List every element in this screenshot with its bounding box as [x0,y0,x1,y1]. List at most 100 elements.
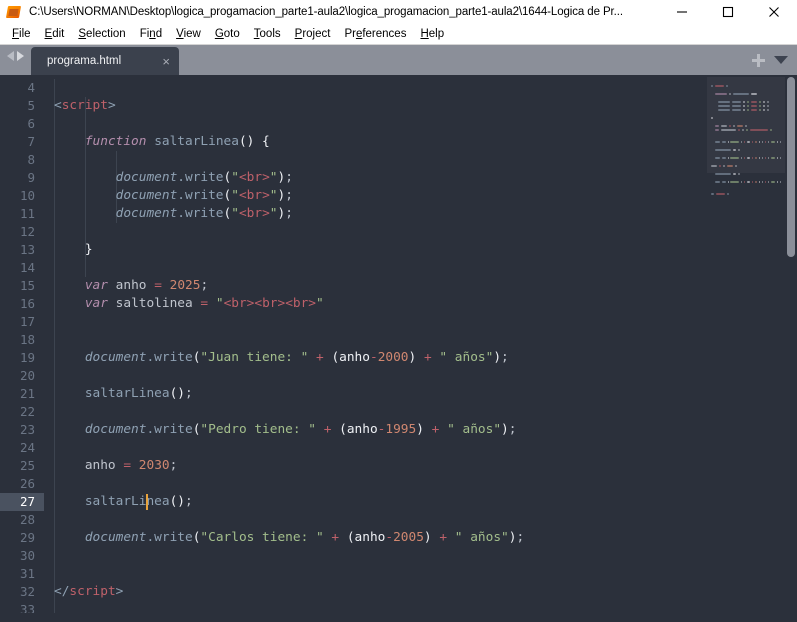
scrollbar-thumb[interactable] [787,77,795,257]
minimap-segment [751,157,753,159]
line-number: 27 [0,493,44,511]
code-line[interactable]: document.write("Pedro tiene: " + (anho-1… [44,421,797,439]
tab-programa-html[interactable]: programa.html × [31,47,179,75]
code-line[interactable] [44,601,797,613]
menu-item-goto[interactable]: Goto [208,24,247,44]
code-line[interactable] [44,151,797,169]
minimap-segment [714,125,720,127]
title-bar: C:\Users\NORMAN\Desktop\logica_progamaci… [0,0,797,24]
menu-item-preferences[interactable]: Preferences [337,24,413,44]
code-line[interactable]: document.write("Carlos tiene: " + (anho-… [44,529,797,547]
minimap-segment [762,157,764,159]
line-number: 26 [19,476,35,491]
vertical-scrollbar[interactable] [785,75,797,613]
menu-item-view[interactable]: View [169,24,208,44]
token-paren: ) [493,350,502,365]
code-line[interactable] [44,313,797,331]
minimap-segment [721,157,726,159]
line-number: 32 [19,584,35,599]
code-line[interactable]: document.write("<br>"); [44,205,797,223]
minimap-segment [716,193,725,195]
token-plain: ; [285,170,293,185]
minimap-segment [714,93,727,95]
line-number: 28 [19,512,35,527]
close-button[interactable] [751,0,797,24]
maximize-button[interactable] [705,0,751,24]
menu-item-help[interactable]: Help [413,24,451,44]
menu-item-project[interactable]: Project [288,24,338,44]
token-op: + [316,350,324,365]
code-line[interactable] [44,403,797,421]
code-line[interactable]: </script> [44,583,797,601]
minimap-segment [750,129,769,131]
minimap-segment [751,109,758,111]
code-line[interactable] [44,367,797,385]
code-line[interactable] [44,115,797,133]
menu-item-file[interactable]: File [5,24,38,44]
minimap-segment [780,157,782,159]
code-line[interactable] [44,331,797,349]
token-op: = [200,296,209,311]
code-line[interactable]: document.write("<br>"); [44,169,797,187]
minimap-segment [732,109,742,111]
line-number: 18 [19,332,35,347]
token-plain: ; [185,494,193,509]
code-line[interactable]: var anho = 2025; [44,277,797,295]
line-number: 31 [19,566,35,581]
code-line[interactable] [44,475,797,493]
minimap-segment [741,181,742,183]
code-line[interactable] [44,565,797,583]
line-number: 19 [19,350,35,365]
line-number: 29 [19,530,35,545]
code-content[interactable]: <script> function saltarLinea() { docume… [44,75,797,613]
token-str: " [269,206,278,221]
close-icon[interactable]: × [162,55,170,68]
minimap-segment [770,157,776,159]
code-line[interactable] [44,439,797,457]
token-tag: script [69,584,116,599]
minimap-segment [714,173,732,175]
token-plain: ; [516,530,525,545]
menu-item-find[interactable]: Find [133,24,169,44]
plus-icon[interactable] [752,53,765,67]
line-number: 14 [19,260,35,275]
minimap-segment [732,105,742,107]
code-line[interactable]: saltarLinea(); [44,493,797,511]
minimize-button[interactable] [659,0,705,24]
menu-item-edit[interactable]: Edit [38,24,72,44]
token-str: " años" [447,422,502,437]
tab-nav-arrows[interactable] [0,45,31,75]
code-line[interactable]: <script> [44,97,797,115]
code-line[interactable]: saltarLinea(); [44,385,797,403]
arrow-left-icon[interactable] [7,51,14,61]
chevron-down-icon[interactable] [774,56,788,64]
menu-item-tools[interactable]: Tools [247,24,288,44]
token-paren: ) [501,422,509,437]
code-minimap[interactable] [707,75,785,613]
minimap-segment [751,181,753,183]
line-number: 5 [27,98,35,113]
code-line[interactable]: anho = 2030; [44,457,797,475]
code-line[interactable]: document.write("<br>"); [44,187,797,205]
code-line[interactable]: } [44,241,797,259]
code-line[interactable]: var saltolinea = "<br><br><br>" [44,295,797,313]
code-line[interactable] [44,547,797,565]
token-tag: script [61,98,108,113]
line-number: 4 [27,80,35,95]
code-line[interactable] [44,259,797,277]
line-number: 33 [19,602,35,613]
code-line[interactable]: document.write("Juan tiene: " + (anho-20… [44,349,797,367]
code-line[interactable] [44,79,797,97]
code-line[interactable]: function saltarLinea() { [44,133,797,151]
code-line[interactable] [44,511,797,529]
menu-item-selection[interactable]: Selection [71,24,132,44]
token-num: 2000 [377,350,409,365]
arrow-right-icon[interactable] [17,51,24,61]
code-line[interactable] [44,223,797,241]
minimap-segment [737,125,744,127]
line-number: 21 [19,386,35,401]
token-op: + [439,530,448,545]
